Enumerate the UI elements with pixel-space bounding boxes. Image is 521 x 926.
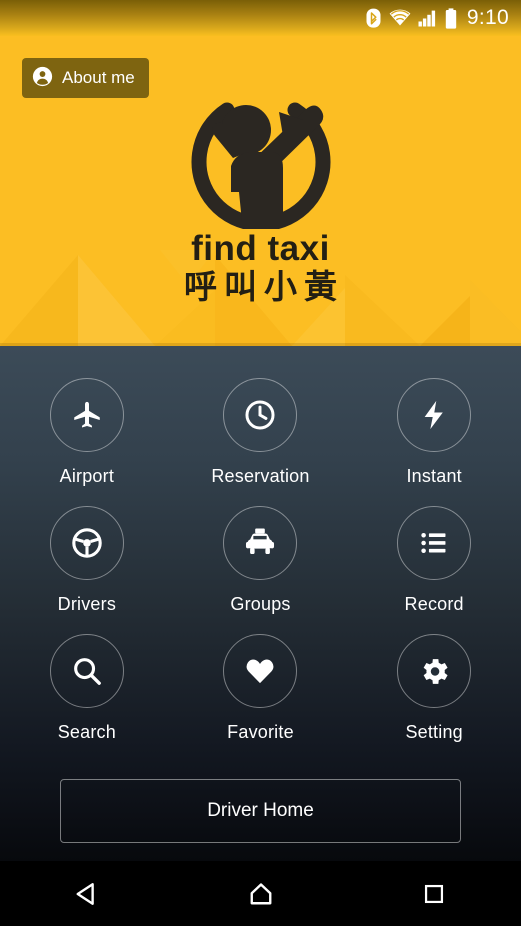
- magnifier-icon: [73, 658, 101, 685]
- cellular-signal-icon: [418, 9, 438, 27]
- status-bar: 9:10: [0, 0, 521, 36]
- about-me-button[interactable]: About me: [22, 58, 149, 98]
- drivers-icon-circle: [49, 506, 124, 580]
- grid-label-drivers: Drivers: [57, 594, 117, 614]
- grid-item-groups[interactable]: Groups: [174, 506, 348, 634]
- logo-title: find taxi: [191, 229, 330, 268]
- clock-icon: [245, 400, 276, 430]
- taxi-icon: [246, 528, 275, 555]
- about-me-label: About me: [62, 68, 135, 87]
- grid-label-search: Search: [57, 722, 116, 742]
- grid-item-reservation[interactable]: Reservation: [174, 378, 348, 506]
- logo-subtitle: 呼叫小黃: [184, 267, 344, 306]
- back-triangle-icon: [76, 882, 94, 905]
- status-bar-clock: 9:10: [466, 6, 509, 29]
- grid-label-airport: Airport: [59, 466, 115, 486]
- list-icon: [421, 533, 446, 553]
- wifi-icon: [389, 9, 411, 27]
- reservation-icon-circle: [223, 378, 298, 452]
- nav-recents-button[interactable]: [347, 861, 521, 926]
- grid-item-favorite[interactable]: Favorite: [174, 634, 348, 762]
- battery-icon: [445, 7, 457, 29]
- setting-icon-circle: [397, 634, 472, 708]
- airport-icon-circle: [49, 378, 124, 452]
- driver-home-button[interactable]: Driver Home: [60, 779, 461, 843]
- bluetooth-icon: [365, 7, 382, 29]
- lightning-bolt-icon: [424, 400, 443, 430]
- grid-label-favorite: Favorite: [227, 722, 294, 742]
- grid-item-record[interactable]: Record: [347, 506, 521, 634]
- heart-icon: [247, 659, 274, 684]
- nav-back-button[interactable]: [0, 861, 174, 926]
- grid-item-airport[interactable]: Airport: [0, 378, 174, 506]
- record-icon-circle: [397, 506, 472, 580]
- driver-home-label: Driver Home: [207, 800, 314, 821]
- grid-item-setting[interactable]: Setting: [347, 634, 521, 762]
- grid-label-reservation: Reservation: [211, 466, 310, 486]
- grid-label-setting: Setting: [405, 722, 463, 742]
- home-pentagon-icon: [250, 882, 271, 904]
- grid-item-drivers[interactable]: Drivers: [0, 506, 174, 634]
- person-icon: [32, 66, 53, 90]
- favorite-icon-circle: [223, 634, 298, 708]
- grid-item-instant[interactable]: Instant: [347, 378, 521, 506]
- app-screen: About me find taxi 呼叫小黃 Airport Reservat…: [0, 0, 521, 926]
- android-navigation-bar: [0, 861, 521, 926]
- nav-home-button[interactable]: [174, 861, 348, 926]
- gear-icon: [423, 658, 448, 684]
- instant-icon-circle: [397, 378, 472, 452]
- grid-label-groups: Groups: [230, 594, 291, 614]
- grid-label-record: Record: [404, 594, 464, 614]
- search-icon-circle: [49, 634, 124, 708]
- app-logo: find taxi 呼叫小黃: [0, 92, 521, 305]
- steering-wheel-icon: [72, 528, 102, 558]
- header-banner: About me find taxi 呼叫小黃: [0, 0, 521, 346]
- groups-icon-circle: [223, 506, 298, 580]
- grid-item-search[interactable]: Search: [0, 634, 174, 762]
- grid-label-instant: Instant: [406, 466, 462, 486]
- airplane-icon: [74, 401, 100, 428]
- recents-square-icon: [425, 884, 444, 903]
- feature-grid: Airport Reservation Instant Drivers Grou…: [0, 378, 521, 762]
- find-taxi-person-logo-icon: [191, 102, 330, 229]
